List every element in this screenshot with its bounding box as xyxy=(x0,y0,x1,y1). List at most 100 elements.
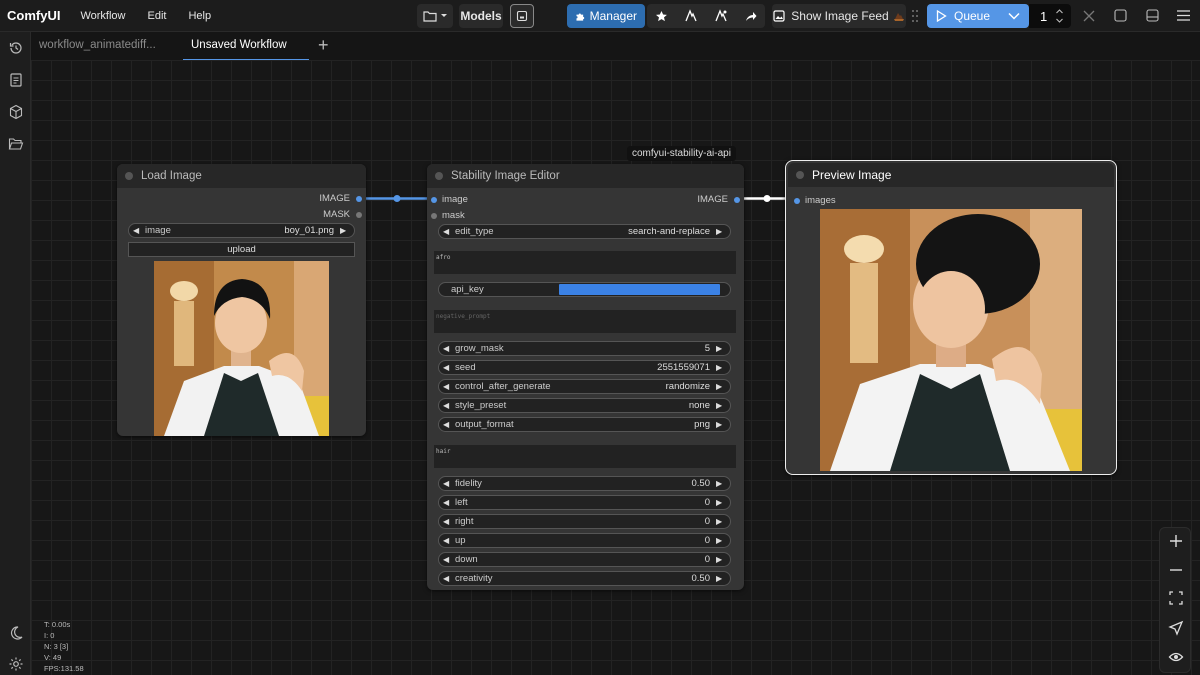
creativity-widget[interactable]: ◀ creativity 0.50 ▶ xyxy=(438,571,731,586)
up-widget[interactable]: ◀ up 0 ▶ xyxy=(438,533,731,548)
right-arrow-icon[interactable]: ▶ xyxy=(716,227,726,236)
api-key-masked-value[interactable] xyxy=(559,284,720,295)
output-mask-slot[interactable]: MASK xyxy=(323,209,362,220)
grow-mask-widget[interactable]: ◀ grow_mask 5 ▶ xyxy=(438,341,731,356)
widget-value: none xyxy=(688,400,710,411)
collapse-dot-icon[interactable] xyxy=(125,172,133,180)
right-arrow-icon[interactable]: ▶ xyxy=(716,382,726,391)
widget-label: up xyxy=(455,535,466,546)
api-key-widget[interactable]: api_key xyxy=(438,282,731,297)
left-arrow-icon[interactable]: ◀ xyxy=(443,517,453,526)
widget-value: 0 xyxy=(704,516,710,527)
right-arrow-icon[interactable]: ▶ xyxy=(716,420,726,429)
right-widget[interactable]: ◀ right 0 ▶ xyxy=(438,514,731,529)
widget-value: randomize xyxy=(665,381,710,392)
fidelity-widget[interactable]: ◀ fidelity 0.50 ▶ xyxy=(438,476,731,491)
search-prompt-textarea[interactable]: hair xyxy=(434,445,736,468)
slot-dot[interactable] xyxy=(356,195,362,202)
stat-i: I: 0 xyxy=(44,631,55,640)
right-arrow-icon[interactable]: ▶ xyxy=(716,401,726,410)
right-arrow-icon[interactable]: ▶ xyxy=(716,344,726,353)
left-arrow-icon[interactable]: ◀ xyxy=(443,420,453,429)
right-arrow-icon[interactable]: ▶ xyxy=(716,363,726,372)
widget-label: control_after_generate xyxy=(455,381,551,392)
down-widget[interactable]: ◀ down 0 ▶ xyxy=(438,552,731,567)
widget-value: 0 xyxy=(704,554,710,565)
widget-label: api_key xyxy=(451,284,484,295)
input-images-slot[interactable]: images xyxy=(794,195,836,206)
slot-dot[interactable] xyxy=(356,211,362,218)
widget-value: search-and-replace xyxy=(628,226,710,237)
upload-button[interactable]: upload xyxy=(128,242,355,257)
stability-image-editor-node[interactable]: Stability Image Editor image mask IMAGE … xyxy=(427,164,744,590)
left-arrow-icon[interactable]: ◀ xyxy=(443,382,453,391)
node-title-bar[interactable]: Stability Image Editor xyxy=(427,164,744,188)
collapse-dot-icon[interactable] xyxy=(796,171,804,179)
widget-label: output_format xyxy=(455,419,514,430)
left-widget[interactable]: ◀ left 0 ▶ xyxy=(438,495,731,510)
widget-label: seed xyxy=(455,362,476,373)
canvas-controls xyxy=(1159,527,1191,673)
right-arrow-icon[interactable]: ▶ xyxy=(716,536,726,545)
stat-nodes: N: 3 [3] xyxy=(44,642,69,651)
navigate-arrow-icon[interactable] xyxy=(1168,620,1184,636)
load-image-node[interactable]: Load Image IMAGE MASK ◀ image boy_01.png… xyxy=(117,164,366,436)
widget-label: grow_mask xyxy=(455,343,504,354)
input-mask-slot[interactable]: mask xyxy=(431,210,465,221)
left-arrow-icon[interactable]: ◀ xyxy=(443,401,453,410)
edit-type-widget[interactable]: ◀ edit_type search-and-replace ▶ xyxy=(438,224,731,239)
left-arrow-icon[interactable]: ◀ xyxy=(443,574,453,583)
left-arrow-icon[interactable]: ◀ xyxy=(443,227,453,236)
slot-dot[interactable] xyxy=(431,196,437,203)
slot-dot[interactable] xyxy=(794,197,800,204)
slot-label: IMAGE xyxy=(697,194,728,205)
widget-label: left xyxy=(455,497,468,508)
style-preset-widget[interactable]: ◀ style_preset none ▶ xyxy=(438,398,731,413)
left-arrow-icon[interactable]: ◀ xyxy=(443,555,453,564)
left-arrow-icon[interactable]: ◀ xyxy=(443,363,453,372)
fit-view-icon[interactable] xyxy=(1168,590,1184,606)
preview-image-node[interactable]: Preview Image images xyxy=(785,160,1117,475)
widget-value: 0 xyxy=(704,535,710,546)
widget-value: 0 xyxy=(704,497,710,508)
left-arrow-icon[interactable]: ◀ xyxy=(443,498,453,507)
right-arrow-icon[interactable]: ▶ xyxy=(340,226,350,235)
eye-icon[interactable] xyxy=(1168,649,1184,665)
slot-label: image xyxy=(442,194,468,205)
control-after-generate-widget[interactable]: ◀ control_after_generate randomize ▶ xyxy=(438,379,731,394)
slot-dot[interactable] xyxy=(431,212,437,219)
right-arrow-icon[interactable]: ▶ xyxy=(716,498,726,507)
widget-value: png xyxy=(694,419,710,430)
slot-label: mask xyxy=(442,210,465,221)
right-arrow-icon[interactable]: ▶ xyxy=(716,479,726,488)
image-select-widget[interactable]: ◀ image boy_01.png ▶ xyxy=(128,223,355,238)
input-image-slot[interactable]: image xyxy=(431,194,468,205)
widget-label: style_preset xyxy=(455,400,507,411)
right-arrow-icon[interactable]: ▶ xyxy=(716,574,726,583)
slot-dot[interactable] xyxy=(734,196,740,203)
widget-label: right xyxy=(455,516,474,527)
widget-value: 0.50 xyxy=(691,478,711,489)
node-title-bar[interactable]: Preview Image xyxy=(788,163,1114,187)
right-arrow-icon[interactable]: ▶ xyxy=(716,517,726,526)
output-format-widget[interactable]: ◀ output_format png ▶ xyxy=(438,417,731,432)
seed-widget[interactable]: ◀ seed 2551559071 ▶ xyxy=(438,360,731,375)
node-source-badge: comfyui-stability-ai-api xyxy=(627,146,736,161)
left-arrow-icon[interactable]: ◀ xyxy=(443,344,453,353)
output-image-slot[interactable]: IMAGE xyxy=(697,194,740,205)
output-image-slot[interactable]: IMAGE xyxy=(319,193,362,204)
zoom-in-icon[interactable] xyxy=(1168,533,1184,549)
zoom-out-icon[interactable] xyxy=(1168,562,1184,578)
prompt-textarea[interactable]: afro xyxy=(434,251,736,274)
negative-prompt-textarea[interactable]: negative_prompt xyxy=(434,310,736,333)
node-title: Stability Image Editor xyxy=(451,170,560,182)
node-title: Load Image xyxy=(141,170,202,182)
widget-value: boy_01.png xyxy=(284,225,334,236)
widget-label: down xyxy=(455,554,478,565)
right-arrow-icon[interactable]: ▶ xyxy=(716,555,726,564)
left-arrow-icon[interactable]: ◀ xyxy=(133,226,143,235)
node-title-bar[interactable]: Load Image xyxy=(117,164,366,188)
left-arrow-icon[interactable]: ◀ xyxy=(443,479,453,488)
collapse-dot-icon[interactable] xyxy=(435,172,443,180)
left-arrow-icon[interactable]: ◀ xyxy=(443,536,453,545)
